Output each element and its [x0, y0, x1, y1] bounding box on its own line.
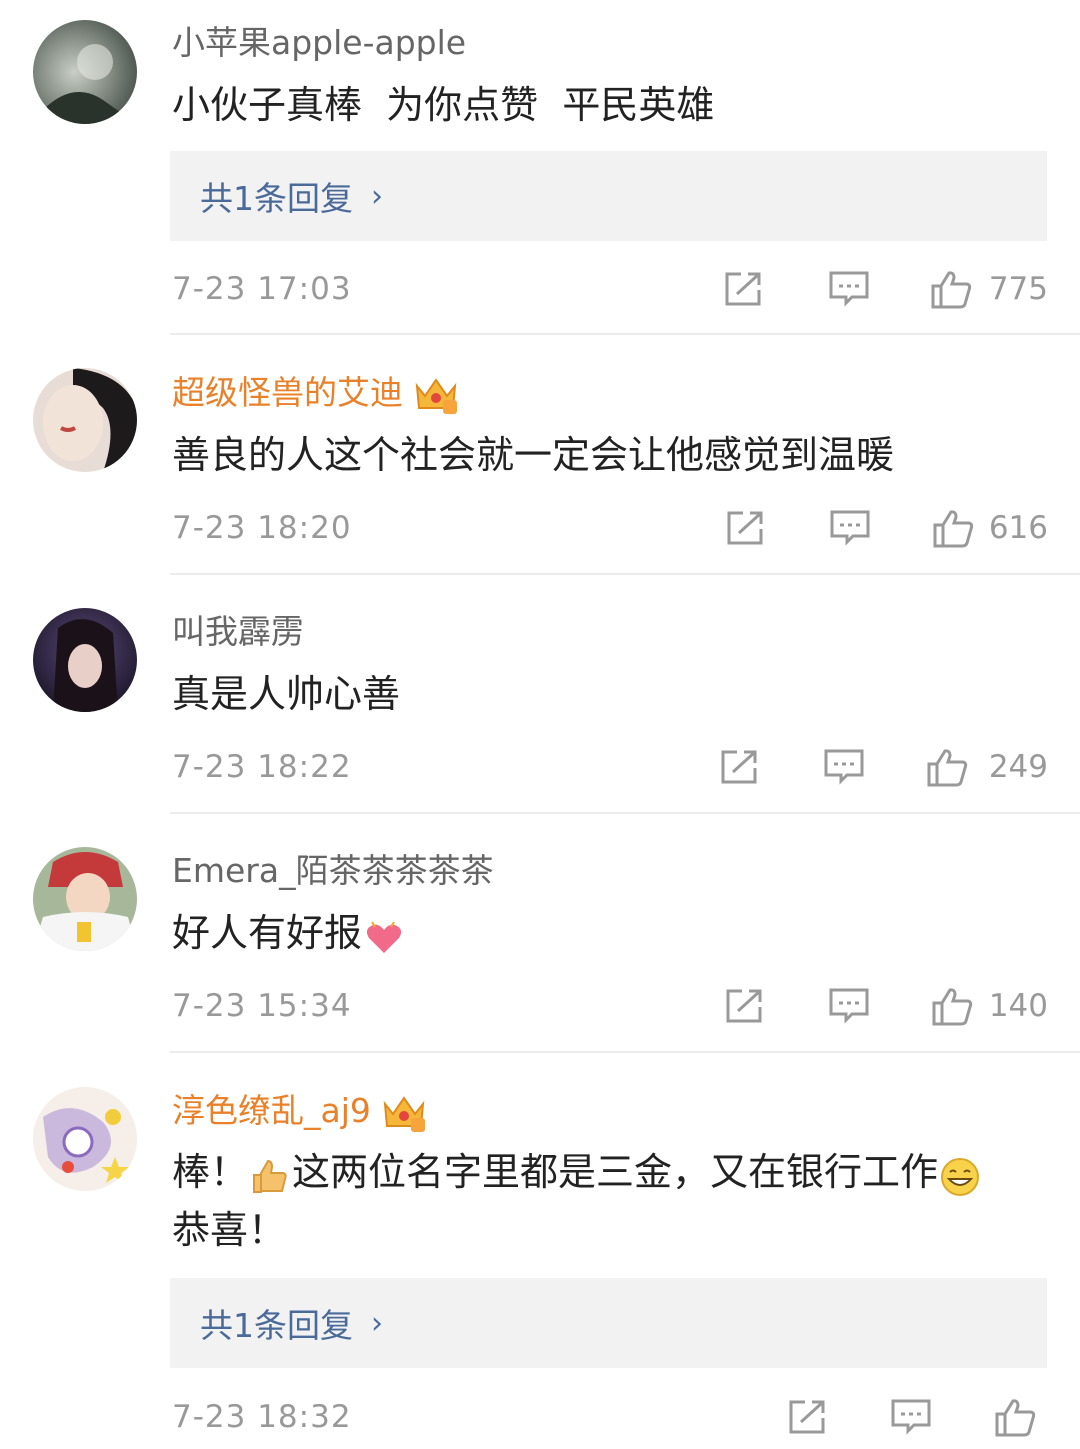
like-count: 140 — [988, 988, 1048, 1024]
vip-crown-icon — [381, 1090, 427, 1132]
username[interactable]: 叫我霹雳 — [172, 612, 304, 652]
chevron-right-icon: › — [371, 178, 383, 214]
avatar[interactable] — [33, 20, 137, 124]
thumbs-up-icon[interactable] — [926, 747, 968, 787]
avatar[interactable] — [33, 1087, 137, 1191]
comment-icon[interactable] — [828, 986, 870, 1026]
timestamp: 7-23 17:03 — [172, 271, 352, 307]
username[interactable]: 小苹果apple-apple — [172, 23, 466, 63]
comment-meta: 7-23 18:20 616 — [172, 503, 1048, 553]
vip-crown-icon — [413, 372, 459, 414]
divider — [170, 1051, 1080, 1053]
avatar[interactable] — [33, 368, 137, 472]
share-icon[interactable] — [722, 269, 764, 309]
username[interactable]: 超级怪兽的艾迪 — [172, 372, 459, 414]
thumbs-up-icon[interactable] — [932, 508, 974, 548]
comment-icon[interactable] — [828, 269, 870, 309]
username[interactable]: Emera_陌茶茶茶茶茶 — [172, 851, 494, 891]
comment-icon[interactable] — [829, 508, 871, 548]
reply-count-label: 共1条回复 — [200, 1306, 353, 1345]
heart-emoji-icon — [364, 916, 404, 956]
comment-body-line2: 恭喜！ — [172, 1208, 287, 1252]
reply-count-label: 共1条回复 — [200, 179, 353, 218]
thumbs-up-icon[interactable] — [930, 269, 972, 309]
divider — [170, 333, 1080, 335]
comment-icon[interactable] — [823, 747, 865, 787]
thumbs-up-icon[interactable] — [994, 1397, 1036, 1437]
share-icon[interactable] — [786, 1397, 828, 1437]
comment-meta: 7-23 17:03 775 — [172, 264, 1048, 314]
username[interactable]: 淳色缭乱_aj9 — [172, 1090, 427, 1132]
comment-meta: 7-23 18:32 — [172, 1392, 1048, 1442]
view-replies-button[interactable]: 共1条回复 › — [170, 1278, 1047, 1368]
view-replies-button[interactable]: 共1条回复 › — [170, 151, 1047, 241]
timestamp: 7-23 18:22 — [172, 749, 352, 785]
timestamp: 7-23 18:20 — [172, 510, 352, 546]
share-icon[interactable] — [723, 986, 765, 1026]
like-count: 775 — [988, 271, 1048, 307]
comment-text: 小伙子真棒 为你点赞 平民英雄 — [172, 76, 1052, 134]
username-text[interactable]: 超级怪兽的艾迪 — [172, 373, 403, 413]
chevron-right-icon: › — [371, 1305, 383, 1341]
comment-body: 好人有好报 — [172, 911, 363, 955]
username-text[interactable]: 叫我霹雳 — [172, 612, 304, 652]
comment-body: 棒！ — [172, 1150, 249, 1194]
timestamp: 7-23 18:32 — [172, 1399, 352, 1435]
thumbs-up-emoji-icon — [250, 1155, 290, 1195]
comment-meta: 7-23 15:34 140 — [172, 981, 1048, 1031]
like-count: 616 — [988, 510, 1048, 546]
timestamp: 7-23 15:34 — [172, 988, 352, 1024]
comment-text: 棒！ 这两位名字里都是三金，又在银行工作 恭喜！ — [172, 1143, 1052, 1259]
comment-meta: 7-23 18:22 249 — [172, 742, 1048, 792]
comment-body: 小伙子真棒 为你点赞 平民英雄 — [172, 83, 715, 127]
username-text[interactable]: Emera_陌茶茶茶茶茶 — [172, 851, 494, 891]
avatar[interactable] — [33, 608, 137, 712]
divider — [170, 573, 1080, 575]
thumbs-up-icon[interactable] — [931, 986, 973, 1026]
avatar[interactable] — [33, 847, 137, 951]
divider — [170, 812, 1080, 814]
comment-text: 好人有好报 — [172, 904, 1052, 962]
share-icon[interactable] — [724, 508, 766, 548]
grin-emoji-icon — [940, 1155, 980, 1196]
comment-icon[interactable] — [890, 1397, 932, 1437]
username-text[interactable]: 淳色缭乱_aj9 — [172, 1091, 371, 1131]
comment-body: 善良的人这个社会就一定会让他感觉到温暖 — [172, 433, 895, 477]
comment-body: 真是人帅心善 — [172, 672, 401, 716]
comment-text: 真是人帅心善 — [172, 665, 1052, 723]
share-icon[interactable] — [718, 747, 760, 787]
comment-body-continued: 这两位名字里都是三金，又在银行工作 — [292, 1150, 939, 1194]
comment-text: 善良的人这个社会就一定会让他感觉到温暖 — [172, 426, 1052, 484]
username-text[interactable]: 小苹果apple-apple — [172, 23, 466, 63]
like-count: 249 — [988, 749, 1048, 785]
